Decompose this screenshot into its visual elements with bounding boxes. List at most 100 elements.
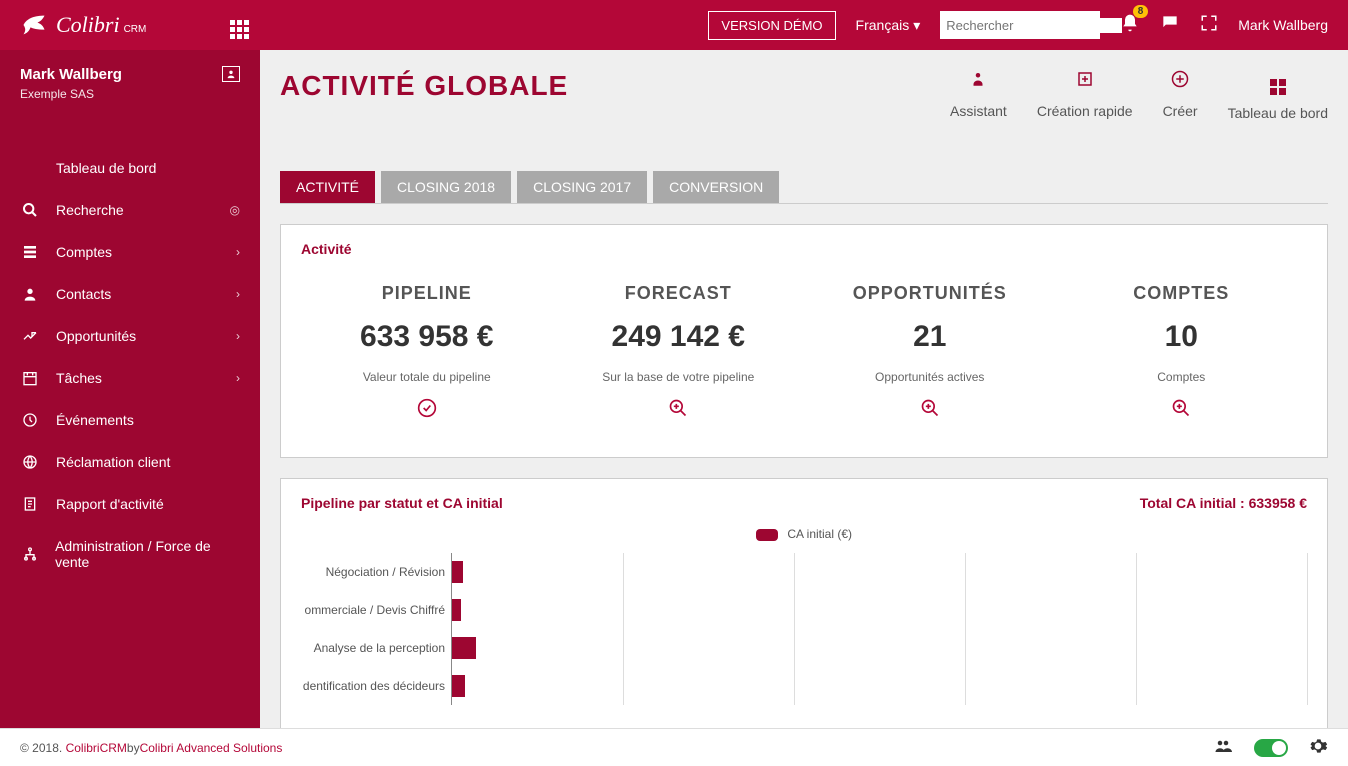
sidebar-item-dashboard[interactable]: Tableau de bord [0, 147, 260, 189]
chart-bar[interactable] [452, 637, 476, 659]
tab-activité[interactable]: ACTIVITÉ [280, 171, 375, 203]
kpi-action-icon[interactable] [553, 398, 805, 423]
opps-icon [20, 328, 40, 344]
sidebar-item-label: Réclamation client [56, 454, 170, 470]
chart-row: dentification des décideurs [301, 667, 1307, 705]
sidebar-item-claim[interactable]: Réclamation client [0, 441, 260, 483]
sidebar-item-tasks[interactable]: Tâches › [0, 357, 260, 399]
chart-bar-wrap [451, 553, 1307, 591]
version-demo-button[interactable]: VERSION DÉMO [708, 11, 835, 40]
report-icon [20, 496, 40, 512]
kpi-pipeline: PIPELINE633 958 €Valeur totale du pipeli… [301, 273, 553, 433]
notifications-icon[interactable]: 8 [1120, 13, 1140, 38]
kpi-comptes: COMPTES10Comptes [1056, 273, 1308, 433]
kpi-sub: Valeur totale du pipeline [301, 370, 553, 384]
kpi-action-icon[interactable] [804, 398, 1056, 423]
contacts-icon [20, 286, 40, 302]
kpi-value: 249 142 € [553, 320, 805, 354]
chevron-down-icon: ▾ [913, 17, 920, 34]
footer-by: by [127, 741, 140, 755]
sidebar-item-contacts[interactable]: Contacts › [0, 273, 260, 315]
sidebar-username: Mark Wallberg [20, 66, 240, 83]
chart-category: dentification des décideurs [301, 679, 451, 693]
claim-icon [20, 454, 40, 470]
footer-link-solutions[interactable]: Colibri Advanced Solutions [140, 741, 283, 755]
chart-row: Analyse de la perception [301, 629, 1307, 667]
chevron-right-icon: › [236, 371, 240, 385]
target-icon: ◎ [230, 203, 240, 217]
kpi-action-icon[interactable] [1056, 398, 1308, 423]
toggle-switch[interactable] [1254, 739, 1288, 757]
kpi-panel: Activité PIPELINE633 958 €Valeur totale … [280, 224, 1328, 458]
header-action-label: Créer [1163, 103, 1198, 119]
kpi-label: FORECAST [553, 283, 805, 304]
people-icon[interactable] [1212, 737, 1234, 758]
admin-icon [20, 546, 39, 562]
legend-label: CA initial (€) [787, 527, 852, 541]
chevron-right-icon: › [236, 329, 240, 343]
header-action-assistant[interactable]: Assistant [950, 70, 1007, 121]
tab-closing-2018[interactable]: CLOSING 2018 [381, 171, 511, 203]
kpi-action-icon[interactable] [301, 398, 553, 423]
kpi-sub: Opportunités actives [804, 370, 1056, 384]
sidebar-item-label: Recherche [56, 202, 124, 218]
topbar-username[interactable]: Mark Wallberg [1238, 17, 1328, 33]
chat-icon[interactable] [1160, 13, 1180, 38]
legend-swatch [756, 529, 778, 541]
search-input[interactable] [946, 18, 1122, 33]
main-content: ACTIVITÉ GLOBALE AssistantCréation rapid… [260, 50, 1348, 728]
sidebar: Mark Wallberg Exemple SAS Tableau de bor… [0, 50, 260, 728]
chart-row: Négociation / Révision [301, 553, 1307, 591]
kpi-value: 21 [804, 320, 1056, 354]
brand-text: Colibri [56, 12, 120, 38]
tab-closing-2017[interactable]: CLOSING 2017 [517, 171, 647, 203]
search-icon [20, 202, 40, 218]
kpi-sub: Sur la base de votre pipeline [553, 370, 805, 384]
sidebar-item-search[interactable]: Recherche ◎ [0, 189, 260, 231]
header-action-plus[interactable]: Créer [1163, 70, 1198, 121]
chart-category: Négociation / Révision [301, 565, 451, 579]
apps-icon[interactable] [230, 12, 249, 39]
language-label: Français [856, 17, 910, 33]
sidebar-item-label: Contacts [56, 286, 111, 302]
kpi-panel-title: Activité [301, 241, 1307, 257]
chart-bar[interactable] [452, 599, 461, 621]
tab-conversion[interactable]: CONVERSION [653, 171, 779, 203]
chart-panel: Total CA initial : 633958 € Pipeline par… [280, 478, 1328, 728]
footer-link-colibricrm[interactable]: ColibriCRM [66, 741, 127, 755]
sidebar-item-label: Tâches [56, 370, 102, 386]
chart-bar[interactable] [452, 675, 465, 697]
header-action-dash[interactable]: Tableau de bord [1228, 70, 1328, 121]
dashboard-icon [20, 160, 40, 176]
sidebar-nav: Tableau de bordRecherche◎Comptes›Contact… [0, 147, 260, 583]
chart-bar[interactable] [452, 561, 463, 583]
tabs: ACTIVITÉCLOSING 2018CLOSING 2017CONVERSI… [280, 171, 1328, 204]
fullscreen-icon[interactable] [1200, 14, 1218, 37]
chevron-right-icon: › [236, 245, 240, 259]
sidebar-item-opps[interactable]: Opportunités› [0, 315, 260, 357]
search-input-wrap[interactable] [940, 11, 1100, 39]
sidebar-item-label: Comptes [56, 244, 112, 260]
sidebar-item-report[interactable]: Rapport d'activité [0, 483, 260, 525]
sidebar-item-accounts[interactable]: Comptes › [0, 231, 260, 273]
sidebar-item-admin[interactable]: Administration / Force de vente [0, 525, 260, 583]
vcard-icon[interactable] [222, 66, 240, 82]
header-action-quick[interactable]: Création rapide [1037, 70, 1133, 121]
brand-sub: CRM [124, 24, 147, 35]
header-action-label: Tableau de bord [1228, 105, 1328, 121]
sidebar-item-label: Administration / Force de vente [55, 538, 240, 570]
notification-badge: 8 [1133, 5, 1149, 18]
sidebar-item-events[interactable]: Événements [0, 399, 260, 441]
assistant-icon [950, 70, 1007, 93]
accounts-icon [20, 244, 40, 260]
chart-total: Total CA initial : 633958 € [1140, 495, 1307, 511]
chevron-right-icon: › [236, 287, 240, 301]
sidebar-org: Exemple SAS [20, 87, 240, 101]
gear-icon[interactable] [1308, 736, 1328, 759]
footer: © 2018. ColibriCRM by Colibri Advanced S… [0, 728, 1348, 766]
header-actions: Assistant Création rapide Créer Tableau de … [950, 70, 1328, 121]
logo[interactable]: Colibri CRM [0, 11, 260, 39]
footer-year: © 2018. [20, 741, 62, 755]
language-selector[interactable]: Français ▾ [856, 17, 921, 34]
header-action-label: Création rapide [1037, 103, 1133, 119]
